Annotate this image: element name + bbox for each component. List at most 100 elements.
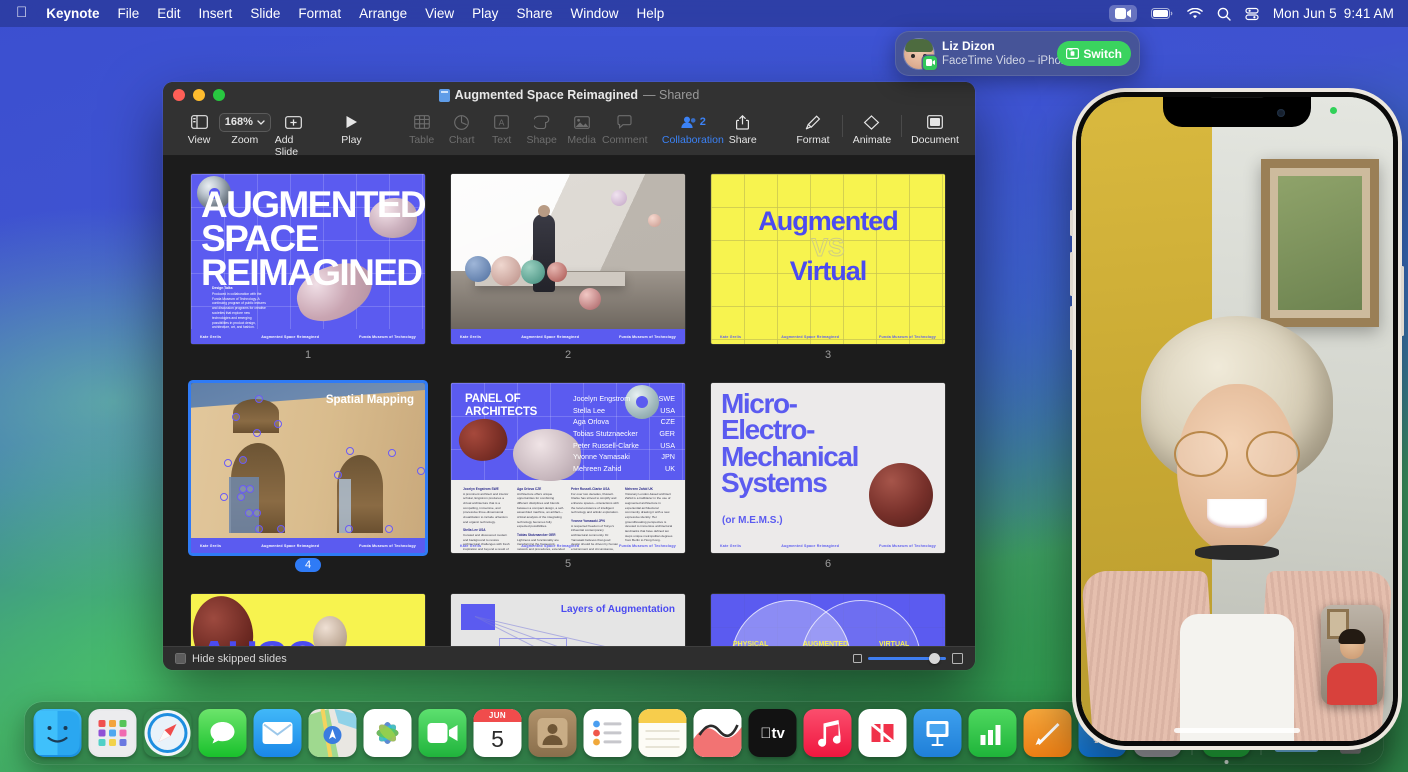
apple-menu-icon[interactable]: 	[8, 4, 37, 23]
self-view-pip[interactable]	[1321, 605, 1383, 705]
dock-app-apple-tv[interactable]: tv	[749, 709, 797, 757]
minimize-button[interactable]	[193, 89, 205, 101]
menu-item-arrange[interactable]: Arrange	[350, 5, 416, 23]
dock-app-launchpad[interactable]	[89, 709, 137, 757]
search-icon[interactable]	[1217, 7, 1231, 21]
slide-cell-8[interactable]: Layers of Augmentation	[451, 594, 685, 646]
dock-app-contacts[interactable]	[529, 709, 577, 757]
dock-app-maps[interactable]	[309, 709, 357, 757]
menu-bar-clock[interactable]: Mon Jun 5 9:41 AM	[1273, 6, 1394, 21]
toolbar[interactable]: View 168% Zoom Add Slide Play	[163, 108, 975, 156]
toolbar-zoom-control[interactable]: 168% Zoom	[219, 112, 271, 146]
iphone-silent-switch[interactable]	[1070, 210, 1073, 236]
slide-thumbnail-9[interactable]: PHYSICAL AUGMENTED VIRTUAL	[711, 594, 945, 646]
slide-thumbnail-2[interactable]: Kate Grelis Augmented Space Reimagined F…	[451, 174, 685, 344]
slide-cell-1[interactable]: AUGMENTED SPACE REIMAGINED Design Talks …	[191, 174, 425, 361]
slide-cell-7[interactable]: AUGO	[191, 594, 425, 646]
dock-app-numbers[interactable]	[969, 709, 1017, 757]
mapping-anchor[interactable]	[255, 395, 263, 403]
toolbar-table-button[interactable]: Table	[402, 112, 442, 146]
large-thumbnail-icon[interactable]	[952, 653, 963, 664]
mapping-anchor[interactable]	[232, 413, 240, 421]
dock-app-pages[interactable]	[1024, 709, 1072, 757]
mapping-anchor[interactable]	[334, 471, 342, 479]
zoom-value-pill[interactable]: 168%	[219, 113, 271, 132]
slide-cell-4[interactable]: Spatial Mapping	[191, 383, 425, 572]
menu-item-keynote[interactable]: Keynote	[37, 5, 108, 23]
slide-thumbnail-3[interactable]: Augmented VS Virtual Kate Grelis Augment…	[711, 174, 945, 344]
window-title-bar[interactable]: Augmented Space Reimagined — Shared	[163, 82, 975, 108]
menu-item-edit[interactable]: Edit	[148, 5, 189, 23]
slide-cell-5[interactable]: PANEL OF ARCHITECTS Jocelyn EngstromSWE …	[451, 383, 685, 572]
toolbar-animate-button[interactable]: Animate	[852, 112, 892, 146]
mapping-anchor[interactable]	[346, 447, 354, 455]
slide-cell-6[interactable]: Micro- Electro- Mechanical Systems (or M…	[711, 383, 945, 572]
thumbnail-size-slider[interactable]	[853, 653, 963, 664]
maximize-button[interactable]	[213, 89, 225, 101]
facetime-notification-banner[interactable]: Liz Dizon FaceTime Video – iPhone› Switc…	[895, 31, 1140, 76]
toolbar-format-button[interactable]: Format	[793, 112, 833, 146]
battery-icon[interactable]	[1151, 8, 1173, 19]
toolbar-add-slide-button[interactable]: Add Slide	[271, 112, 317, 158]
menu-item-insert[interactable]: Insert	[190, 5, 242, 23]
hide-skipped-slides-checkbox[interactable]	[175, 653, 186, 664]
dock-app-mail[interactable]	[254, 709, 302, 757]
slide-thumbnail-7[interactable]: AUGO	[191, 594, 425, 646]
toolbar-shape-button[interactable]: Shape	[522, 112, 562, 146]
iphone-volume-down-button[interactable]	[1070, 306, 1073, 350]
menu-item-slide[interactable]: Slide	[241, 5, 289, 23]
mapping-anchor[interactable]	[277, 525, 285, 533]
iphone-power-button[interactable]	[1401, 266, 1404, 336]
dock-app-finder[interactable]	[34, 709, 82, 757]
dock-app-messages[interactable]	[199, 709, 247, 757]
dock-app-facetime[interactable]	[419, 709, 467, 757]
video-camera-icon[interactable]	[1109, 5, 1137, 22]
toolbar-media-button[interactable]: Media	[562, 112, 602, 146]
dock-app-reminders[interactable]	[584, 709, 632, 757]
iphone-volume-up-button[interactable]	[1070, 252, 1073, 296]
mapping-anchor[interactable]	[388, 449, 396, 457]
slide-thumbnail-5[interactable]: PANEL OF ARCHITECTS Jocelyn EngstromSWE …	[451, 383, 685, 553]
switch-button[interactable]: Switch	[1057, 41, 1131, 66]
toolbar-comment-button[interactable]: Comment	[602, 112, 648, 146]
menu-item-view[interactable]: View	[416, 5, 463, 23]
mapping-anchor[interactable]	[345, 525, 353, 533]
toolbar-collaboration-button[interactable]: 2 Collaboration	[663, 112, 723, 146]
wifi-icon[interactable]	[1187, 8, 1203, 20]
slide-thumbnail-1[interactable]: AUGMENTED SPACE REIMAGINED Design Talks …	[191, 174, 425, 344]
control-center-icon[interactable]	[1245, 7, 1259, 21]
slide-cell-3[interactable]: Augmented VS Virtual Kate Grelis Augment…	[711, 174, 945, 361]
menu-item-help[interactable]: Help	[627, 5, 673, 23]
dock-app-notes[interactable]	[639, 709, 687, 757]
mapping-anchor[interactable]	[253, 509, 261, 517]
slider-knob[interactable]	[929, 653, 940, 664]
slider-track[interactable]	[868, 657, 946, 660]
toolbar-share-button[interactable]: Share	[723, 112, 763, 146]
slide-thumbnail-6[interactable]: Micro- Electro- Mechanical Systems (or M…	[711, 383, 945, 553]
menu-item-play[interactable]: Play	[463, 5, 507, 23]
mapping-anchor[interactable]	[417, 467, 425, 475]
slide-cell-9[interactable]: PHYSICAL AUGMENTED VIRTUAL	[711, 594, 945, 646]
dock-app-keynote[interactable]	[914, 709, 962, 757]
dock-app-freeform[interactable]	[694, 709, 742, 757]
mapping-anchor[interactable]	[224, 459, 232, 467]
status-bar[interactable]: Hide skipped slides	[163, 646, 975, 670]
mapping-anchor[interactable]	[220, 493, 228, 501]
home-indicator[interactable]	[1174, 728, 1300, 733]
dock-app-photos[interactable]	[364, 709, 412, 757]
mapping-anchor[interactable]	[246, 485, 254, 493]
menu-item-window[interactable]: Window	[561, 5, 627, 23]
slide-cell-2[interactable]: Kate Grelis Augmented Space Reimagined F…	[451, 174, 685, 361]
dock-app-news[interactable]	[859, 709, 907, 757]
slide-navigator[interactable]: AUGMENTED SPACE REIMAGINED Design Talks …	[163, 156, 975, 646]
toolbar-chart-button[interactable]: Chart	[442, 112, 482, 146]
toolbar-text-button[interactable]: A Text	[482, 112, 522, 146]
dock-app-calendar[interactable]: JUN 5	[474, 709, 522, 757]
slide-thumbnail-4[interactable]: Spatial Mapping	[191, 383, 425, 553]
dock-app-safari[interactable]	[144, 709, 192, 757]
small-thumbnail-icon[interactable]	[853, 654, 862, 663]
menu-item-file[interactable]: File	[109, 5, 149, 23]
close-button[interactable]	[173, 89, 185, 101]
mapping-anchor[interactable]	[237, 493, 245, 501]
mapping-anchor[interactable]	[274, 420, 282, 428]
